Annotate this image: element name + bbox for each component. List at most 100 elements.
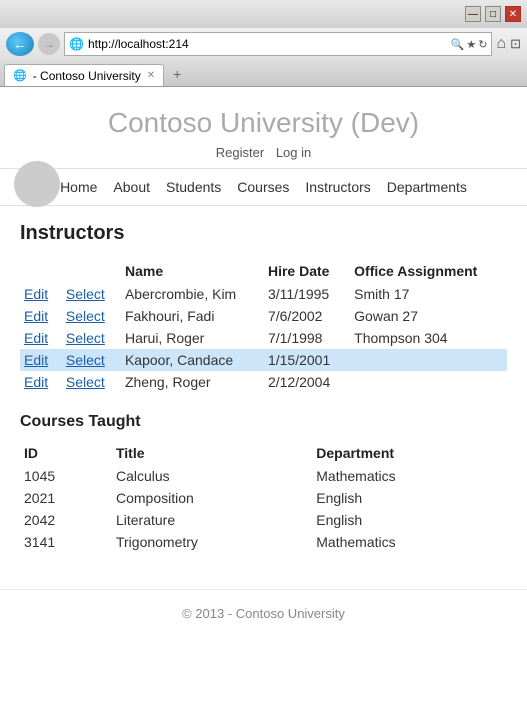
- nav-instructors[interactable]: Instructors: [305, 179, 370, 195]
- name-cell: Fakhouri, Fadi: [121, 305, 264, 327]
- select-link[interactable]: Select: [66, 330, 105, 346]
- title-cell: Calculus: [112, 465, 312, 487]
- edit-link[interactable]: Edit: [24, 374, 48, 390]
- new-tab-button[interactable]: +: [164, 62, 190, 86]
- id-cell: 2021: [20, 487, 112, 509]
- department-cell: Mathematics: [312, 531, 507, 553]
- table-row: 2021 Composition English: [20, 487, 507, 509]
- edit-link[interactable]: Edit: [24, 352, 48, 368]
- select-link[interactable]: Select: [66, 374, 105, 390]
- nav-departments[interactable]: Departments: [387, 179, 467, 195]
- nav-about[interactable]: About: [113, 179, 150, 195]
- maximize-button[interactable]: □: [485, 6, 501, 22]
- tab-title: - Contoso University: [33, 69, 141, 83]
- name-cell: Harui, Roger: [121, 327, 264, 349]
- title-cell: Composition: [112, 487, 312, 509]
- department-cell: Mathematics: [312, 465, 507, 487]
- edit-cell: Edit: [20, 371, 62, 393]
- nav-students[interactable]: Students: [166, 179, 221, 195]
- home-button[interactable]: ⌂: [496, 35, 506, 53]
- refresh-icon[interactable]: ↻: [478, 38, 487, 51]
- id-cell: 3141: [20, 531, 112, 553]
- star-icon[interactable]: ★: [466, 38, 476, 51]
- hire-date-cell: 2/12/2004: [264, 371, 350, 393]
- tab-bar: 🌐 - Contoso University ✕ +: [0, 60, 527, 86]
- header-links: Register Log in: [0, 145, 527, 160]
- name-cell: Abercrombie, Kim: [121, 283, 264, 305]
- edit-link[interactable]: Edit: [24, 286, 48, 302]
- instructors-table: Name Hire Date Office Assignment Edit Se…: [20, 259, 507, 393]
- search-icon[interactable]: 🔍: [451, 38, 465, 51]
- site-footer: © 2013 - Contoso University: [0, 589, 527, 637]
- select-link[interactable]: Select: [66, 352, 105, 368]
- login-link[interactable]: Log in: [276, 145, 311, 160]
- footer-text: © 2013 - Contoso University: [182, 606, 345, 621]
- table-row: Edit Select Zheng, Roger 2/12/2004: [20, 371, 507, 393]
- col-office: Office Assignment: [350, 259, 507, 283]
- courses-header-row: ID Title Department: [20, 441, 507, 465]
- table-row: Edit Select Kapoor, Candace 1/15/2001: [20, 349, 507, 371]
- col-title: Title: [112, 441, 312, 465]
- nav-home[interactable]: Home: [60, 179, 97, 195]
- address-actions: 🔍 ★ ↻: [451, 38, 488, 51]
- edit-cell: Edit: [20, 305, 62, 327]
- tab-close-button[interactable]: ✕: [147, 70, 155, 81]
- office-cell: [350, 349, 507, 371]
- col-department: Department: [312, 441, 507, 465]
- hire-date-cell: 3/11/1995: [264, 283, 350, 305]
- table-row: Edit Select Abercrombie, Kim 3/11/1995 S…: [20, 283, 507, 305]
- select-cell: Select: [62, 371, 121, 393]
- nav-bar: ← → 🌐 🔍 ★ ↻ ⌂ ⊡: [0, 28, 527, 60]
- select-cell: Select: [62, 305, 121, 327]
- office-cell: Smith 17: [350, 283, 507, 305]
- id-cell: 1045: [20, 465, 112, 487]
- office-cell: Gowan 27: [350, 305, 507, 327]
- select-cell: Select: [62, 349, 121, 371]
- courses-table: ID Title Department 1045 Calculus Mathem…: [20, 441, 507, 553]
- forward-button[interactable]: →: [38, 33, 60, 55]
- browser-chrome: — □ ✕ ← → 🌐 🔍 ★ ↻ ⌂ ⊡ 🌐 - Contoso Univer…: [0, 0, 527, 87]
- col-edit: [20, 259, 62, 283]
- minimize-button[interactable]: —: [465, 6, 481, 22]
- main-nav: Home About Students Courses Instructors …: [0, 168, 527, 206]
- office-cell: Thompson 304: [350, 327, 507, 349]
- select-link[interactable]: Select: [66, 286, 105, 302]
- table-row: 2042 Literature English: [20, 509, 507, 531]
- edit-link[interactable]: Edit: [24, 308, 48, 324]
- hire-date-cell: 7/6/2002: [264, 305, 350, 327]
- nav-courses[interactable]: Courses: [237, 179, 289, 195]
- address-input[interactable]: [88, 37, 447, 51]
- active-tab[interactable]: 🌐 - Contoso University ✕: [4, 64, 164, 86]
- col-hire-date: Hire Date: [264, 259, 350, 283]
- site-title: Contoso University (Dev): [0, 107, 527, 139]
- title-cell: Literature: [112, 509, 312, 531]
- compat-button[interactable]: ⊡: [510, 36, 521, 52]
- window-controls: — □ ✕: [465, 6, 521, 22]
- table-row: 3141 Trigonometry Mathematics: [20, 531, 507, 553]
- id-cell: 2042: [20, 509, 112, 531]
- edit-cell: Edit: [20, 327, 62, 349]
- table-row: Edit Select Harui, Roger 7/1/1998 Thomps…: [20, 327, 507, 349]
- content-area: Instructors Name Hire Date Office Assign…: [0, 206, 527, 569]
- edit-link[interactable]: Edit: [24, 330, 48, 346]
- department-cell: English: [312, 509, 507, 531]
- close-button[interactable]: ✕: [505, 6, 521, 22]
- select-link[interactable]: Select: [66, 308, 105, 324]
- tab-icon: 🌐: [13, 69, 27, 82]
- select-cell: Select: [62, 283, 121, 305]
- department-cell: English: [312, 487, 507, 509]
- edit-cell: Edit: [20, 283, 62, 305]
- back-button[interactable]: ←: [6, 32, 34, 56]
- select-cell: Select: [62, 327, 121, 349]
- courses-taught-heading: Courses Taught: [20, 413, 507, 431]
- site-header: Contoso University (Dev) Register Log in: [0, 87, 527, 168]
- name-cell: Zheng, Roger: [121, 371, 264, 393]
- page-icon: 🌐: [69, 37, 84, 51]
- office-cell: [350, 371, 507, 393]
- table-row: Edit Select Fakhouri, Fadi 7/6/2002 Gowa…: [20, 305, 507, 327]
- col-name: Name: [121, 259, 264, 283]
- col-id: ID: [20, 441, 112, 465]
- register-link[interactable]: Register: [216, 145, 264, 160]
- page-content: Contoso University (Dev) Register Log in…: [0, 87, 527, 637]
- edit-cell: Edit: [20, 349, 62, 371]
